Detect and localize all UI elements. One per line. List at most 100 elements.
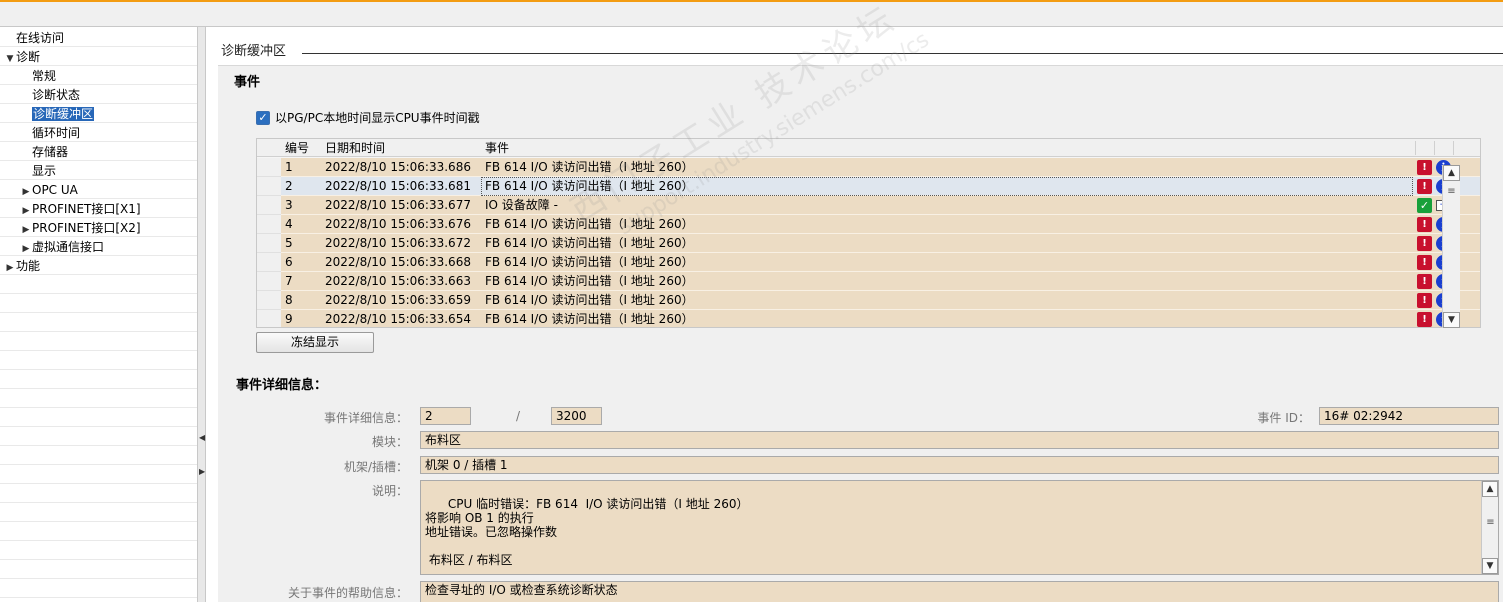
desc-scroll-up-icon[interactable]: ▲ [1482,481,1498,497]
error-icon[interactable]: ! [1417,160,1432,175]
description-scrollbar[interactable]: ▲ ≡ ▼ [1481,481,1498,574]
cell-event: FB 614 I/O 读访问出错（I 地址 260） [485,312,694,326]
nav-item[interactable]: ▶ PROFINET接口[X1] [20,200,141,219]
nav-item-label: OPC UA [32,183,78,197]
nav-item[interactable]: ▶ PROFINET接口[X2] [20,219,141,238]
error-icon[interactable]: ! [1417,293,1432,308]
nav-item[interactable]: ▶ 虚拟通信接口 [20,238,104,257]
table-row[interactable]: 6 2022/8/10 15:06:33.668 FB 614 I/O 读访问出错（… [257,253,1480,272]
row-cells[interactable]: 9 2022/8/10 15:06:33.654 FB 614 I/O 读访问出错（… [281,310,1480,327]
table-row[interactable]: 4 2022/8/10 15:06:33.676 FB 614 I/O 读访问出错（… [257,215,1480,234]
scroll-up-icon[interactable]: ▲ [1443,165,1460,181]
nav-item[interactable]: 循环时间 [20,124,80,143]
nav-item[interactable]: 显示 [20,162,56,181]
nav-item-label: 诊断缓冲区 [32,107,95,121]
detail-info-label: 事件详细信息： [323,411,408,425]
freeze-display-button[interactable]: 冻结显示 [256,332,374,353]
error-icon[interactable]: ! [1417,255,1432,270]
column-header-icon-3[interactable] [1453,141,1471,155]
cell-no: 3 [285,198,293,212]
row-cells[interactable]: 6 2022/8/10 15:06:33.668 FB 614 I/O 读访问出错（… [281,253,1480,272]
row-cells[interactable]: 5 2022/8/10 15:06:33.672 FB 614 I/O 读访问出错（… [281,234,1480,253]
nav-item[interactable]: ▶ 功能 [4,257,40,276]
error-icon[interactable]: ! [1417,312,1432,327]
table-row[interactable]: 7 2022/8/10 15:06:33.663 FB 614 I/O 读访问出错（… [257,272,1480,291]
cell-datetime: 2022/8/10 15:06:33.672 [325,236,471,250]
rack-slot-label: 机架/插槽： [343,460,408,474]
description-text[interactable]: CPU 临时错误：FB 614 I/O 读访问出错（I 地址 260） 将影响 … [420,480,1499,575]
cell-event: FB 614 I/O 读访问出错（I 地址 260） [485,255,694,269]
row-cells[interactable]: 4 2022/8/10 15:06:33.676 FB 614 I/O 读访问出错（… [281,215,1480,234]
event-id-field[interactable]: 16# 02:2942 [1319,407,1499,425]
scroll-thumb-icon[interactable]: ≡ [1446,187,1457,197]
cell-event: FB 614 I/O 读访问出错（I 地址 260） [485,293,694,307]
row-cells[interactable]: 7 2022/8/10 15:06:33.663 FB 614 I/O 读访问出错（… [281,272,1480,291]
row-header-cell [257,272,281,291]
column-header-datetime[interactable]: 日期和时间 [325,139,385,157]
expand-right-icon[interactable]: ▶ [199,465,205,479]
row-header-cell [257,310,281,327]
cell-datetime: 2022/8/10 15:06:33.663 [325,274,471,288]
detail-info-field-1[interactable]: 2 [420,407,471,425]
column-header-icon-1[interactable] [1415,141,1433,155]
cell-event: FB 614 I/O 读访问出错（I 地址 260） [485,217,694,231]
cell-no: 6 [285,255,293,269]
nav-item[interactable]: ▶ OPC UA [20,181,78,200]
help-field[interactable]: 检查寻址的 I/O 或检查系统诊断状态 [420,581,1499,602]
nav-item-label: 存储器 [32,145,69,159]
nav-item-label: 诊断状态 [32,88,81,102]
row-cells[interactable]: 2 2022/8/10 15:06:33.681 FB 614 I/O 读访问出错（… [281,177,1480,196]
collapse-left-icon[interactable]: ◀ [199,431,205,445]
error-icon[interactable]: ! [1417,236,1432,251]
cell-event: IO 设备故障 - [485,198,558,212]
nav-item[interactable]: 诊断缓冲区 [20,105,95,124]
row-header-cell [257,177,281,196]
nav-item-label: 常规 [32,69,57,83]
desc-scroll-thumb-icon[interactable]: ≡ [1485,518,1496,528]
error-icon[interactable]: ! [1417,217,1432,232]
collapsed-arrow-icon[interactable]: ▶ [4,259,16,278]
table-row[interactable]: 1 2022/8/10 15:06:33.686 FB 614 I/O 读访问出错（… [257,158,1480,177]
rack-slot-field[interactable]: 机架 0 / 插槽 1 [420,456,1499,474]
module-field[interactable]: 布料区 [420,431,1499,449]
table-scrollbar[interactable]: ▲ ≡ ▼ [1442,165,1460,328]
ok-check-icon[interactable]: ✓ [1417,198,1432,213]
row-header-cell [257,215,281,234]
nav-item[interactable]: 存储器 [20,143,68,162]
row-header-cell [257,196,281,215]
desc-scroll-down-icon[interactable]: ▼ [1482,558,1498,574]
nav-item-label: 诊断 [16,50,41,64]
cell-event: FB 614 I/O 读访问出错（I 地址 260） [485,236,694,250]
nav-item-label: PROFINET接口[X1] [32,202,141,216]
row-cells[interactable]: 32022/8/10 15:06:33.677IO 设备故障 -✓→ [281,196,1480,215]
table-row[interactable]: 5 2022/8/10 15:06:33.672 FB 614 I/O 读访问出错（… [257,234,1480,253]
nav-item[interactable]: 常规 [20,67,56,86]
table-row[interactable]: 8 2022/8/10 15:06:33.659 FB 614 I/O 读访问出错（… [257,291,1480,310]
main-content: 诊断缓冲区 事件 ✓ 以PG/PC本地时间显示CPU事件时间戳 编号 日期和时间… [207,27,1503,602]
table-row[interactable]: 32022/8/10 15:06:33.677IO 设备故障 -✓→ [257,196,1480,215]
local-time-checkbox[interactable]: ✓ [256,110,270,125]
column-header-event[interactable]: 事件 [485,139,509,157]
local-time-option[interactable]: ✓ 以PG/PC本地时间显示CPU事件时间戳 [256,109,480,126]
table-row[interactable]: 2 2022/8/10 15:06:33.681 FB 614 I/O 读访问出错（… [257,177,1480,196]
scroll-down-icon[interactable]: ▼ [1443,312,1460,328]
row-cells[interactable]: 8 2022/8/10 15:06:33.659 FB 614 I/O 读访问出错（… [281,291,1480,310]
column-header-no[interactable]: 编号 [285,139,309,157]
nav-item-label: 虚拟通信接口 [32,240,105,254]
section-title: 诊断缓冲区 [221,44,287,59]
nav-item[interactable]: ▼ 诊断 [4,48,40,67]
cell-datetime: 2022/8/10 15:06:33.681 [325,179,471,193]
row-cells[interactable]: 1 2022/8/10 15:06:33.686 FB 614 I/O 读访问出错（… [281,158,1480,177]
error-icon[interactable]: ! [1417,274,1432,289]
row-header-cell [257,253,281,272]
pane-splitter[interactable]: ◀ ▶ [198,27,206,602]
table-row[interactable]: 9 2022/8/10 15:06:33.654 FB 614 I/O 读访问出错（… [257,310,1480,327]
nav-item[interactable]: 在线访问 [4,29,64,48]
error-icon[interactable]: ! [1417,179,1432,194]
column-header-icon-2[interactable] [1434,141,1452,155]
expanded-arrow-icon[interactable]: ▼ [4,50,16,69]
detail-info-field-2[interactable]: 3200 [551,407,602,425]
nav-item[interactable]: 诊断状态 [20,86,80,105]
diagnostic-buffer-panel: 事件 ✓ 以PG/PC本地时间显示CPU事件时间戳 编号 日期和时间 事件 1 2… [218,65,1503,602]
cell-no: 5 [285,236,293,250]
